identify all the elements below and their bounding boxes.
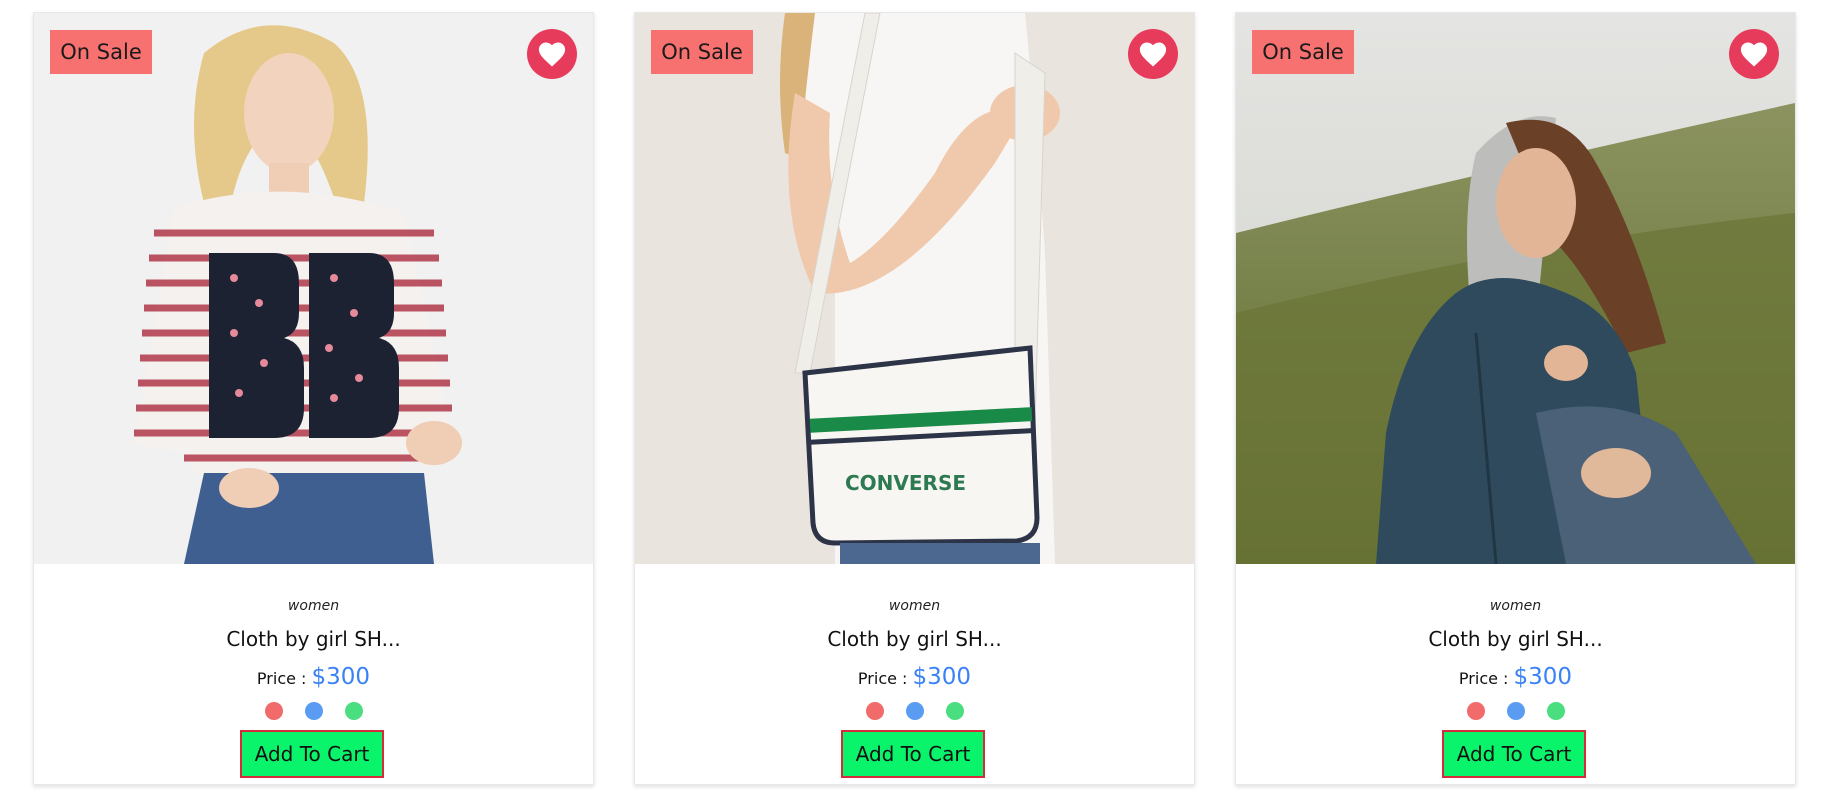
color-swatch-green[interactable] xyxy=(945,702,964,720)
color-swatches xyxy=(34,702,593,720)
price-row: Price : $300 xyxy=(1236,664,1795,690)
favorite-button[interactable] xyxy=(1729,29,1779,79)
color-swatch-green[interactable] xyxy=(1546,702,1565,720)
price-row: Price : $300 xyxy=(34,664,593,690)
on-sale-badge: On Sale xyxy=(651,30,753,74)
color-swatch-red[interactable] xyxy=(264,702,283,720)
price-row: Price : $300 xyxy=(635,664,1194,690)
price-label: Price : xyxy=(857,669,908,688)
price-label: Price : xyxy=(1458,669,1509,688)
product-category: women xyxy=(1489,598,1542,614)
color-swatches xyxy=(1236,702,1795,720)
product-grid: On Sale women Cloth by girl SH... Price … xyxy=(0,0,1825,795)
price-value: $300 xyxy=(912,664,972,690)
color-swatch-blue[interactable] xyxy=(905,702,924,720)
product-category: women xyxy=(888,598,941,614)
product-card: CONVERSE On Sale women Cloth by girl SH.… xyxy=(634,12,1195,785)
product-title[interactable]: Cloth by girl SH... xyxy=(1236,627,1795,651)
price-label: Price : xyxy=(256,669,307,688)
heart-icon xyxy=(1139,42,1167,67)
heart-icon xyxy=(538,42,566,67)
product-image[interactable] xyxy=(34,13,593,564)
product-card: On Sale women Cloth by girl SH... Price … xyxy=(33,12,594,785)
color-swatch-red[interactable] xyxy=(1466,702,1485,720)
add-to-cart-button[interactable]: Add To Cart xyxy=(240,730,384,778)
product-title[interactable]: Cloth by girl SH... xyxy=(34,627,593,651)
color-swatch-green[interactable] xyxy=(344,702,363,720)
price-value: $300 xyxy=(311,664,371,690)
heart-icon xyxy=(1740,42,1768,67)
product-image[interactable] xyxy=(1236,13,1795,564)
color-swatch-blue[interactable] xyxy=(304,702,323,720)
favorite-button[interactable] xyxy=(1128,29,1178,79)
on-sale-badge: On Sale xyxy=(1252,30,1354,74)
bag-logo-text: CONVERSE xyxy=(845,471,966,495)
color-swatch-red[interactable] xyxy=(865,702,884,720)
product-category: women xyxy=(287,598,340,614)
favorite-button[interactable] xyxy=(527,29,577,79)
add-to-cart-button[interactable]: Add To Cart xyxy=(841,730,985,778)
product-title[interactable]: Cloth by girl SH... xyxy=(635,627,1194,651)
product-card: On Sale women Cloth by girl SH... Price … xyxy=(1235,12,1796,785)
add-to-cart-button[interactable]: Add To Cart xyxy=(1442,730,1586,778)
color-swatch-blue[interactable] xyxy=(1506,702,1525,720)
price-value: $300 xyxy=(1513,664,1573,690)
on-sale-badge: On Sale xyxy=(50,30,152,74)
product-image[interactable]: CONVERSE xyxy=(635,13,1194,564)
color-swatches xyxy=(635,702,1194,720)
